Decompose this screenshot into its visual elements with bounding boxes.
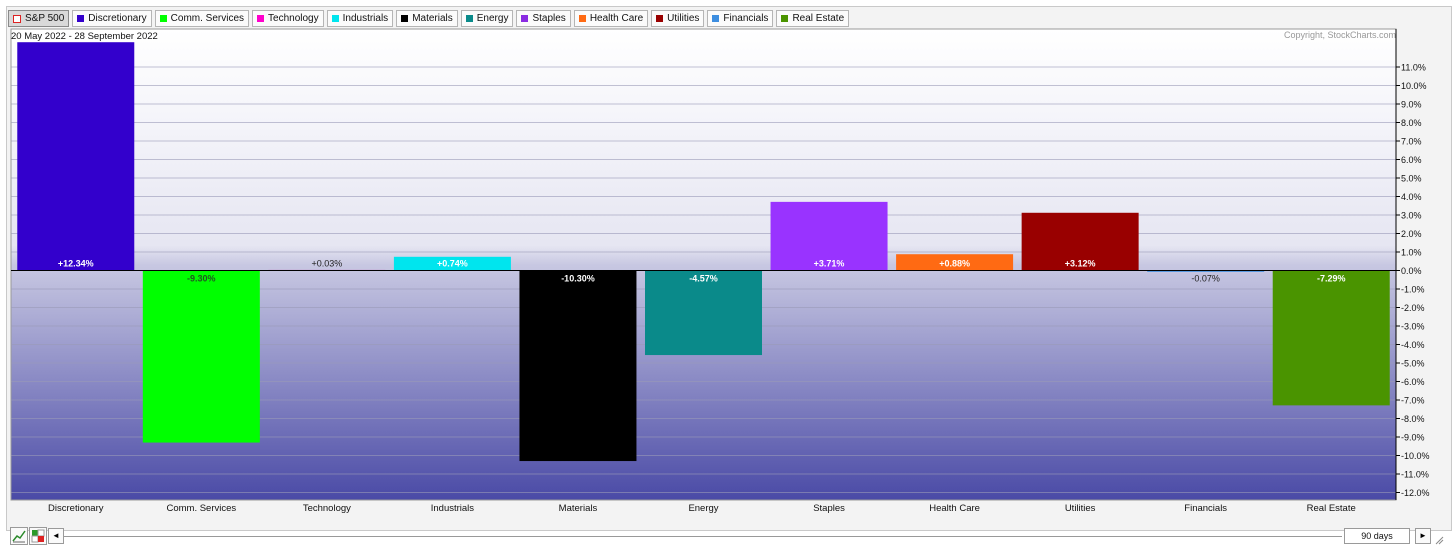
bottom-toolbar: ◄ 90 days ►	[6, 527, 1450, 547]
x-tick-label: Real Estate	[1307, 503, 1356, 514]
value-label-real-estate: -7.29%	[1317, 274, 1346, 284]
x-tick-label: Technology	[303, 503, 351, 514]
value-label-discretionary: +12.34%	[58, 259, 94, 269]
y-tick-label: 2.0%	[1401, 229, 1422, 239]
x-tick-label: Utilities	[1065, 503, 1096, 514]
period-selector[interactable]: 90 days	[1344, 528, 1410, 544]
value-label-health-care: +0.88%	[939, 259, 970, 269]
y-tick-label: 8.0%	[1401, 118, 1422, 128]
x-tick-label: Industrials	[431, 503, 475, 514]
y-tick-label: 10.0%	[1401, 81, 1427, 91]
y-tick-label: 6.0%	[1401, 155, 1422, 165]
y-tick-label: -12.0%	[1401, 488, 1430, 498]
y-tick-label: 5.0%	[1401, 174, 1422, 184]
y-tick-label: 3.0%	[1401, 211, 1422, 221]
y-tick-label: -8.0%	[1401, 414, 1425, 424]
x-tick-label: Materials	[559, 503, 598, 514]
value-label-staples: +3.71%	[814, 259, 845, 269]
y-tick-label: -5.0%	[1401, 359, 1425, 369]
slider-next-button[interactable]: ►	[1415, 528, 1431, 544]
y-tick-label: -2.0%	[1401, 303, 1425, 313]
bar-discretionary[interactable]	[17, 42, 135, 271]
y-tick-label: 1.0%	[1401, 248, 1422, 258]
y-tick-label: 0.0%	[1401, 266, 1422, 276]
value-label-technology: +0.03%	[311, 259, 342, 269]
y-tick-label: -9.0%	[1401, 433, 1425, 443]
x-tick-label: Financials	[1184, 503, 1227, 514]
value-label-industrials: +0.74%	[437, 259, 468, 269]
slider-prev-button[interactable]: ◄	[48, 528, 64, 544]
y-tick-label: 9.0%	[1401, 100, 1422, 110]
y-tick-label: 4.0%	[1401, 192, 1422, 202]
sector-bar-chart: +12.34% -9.30% +0.03% +0.74% -10.30% -4.57% +3…	[10, 28, 1430, 514]
sector-grid-icon[interactable]	[29, 527, 47, 545]
y-tick-label: -4.0%	[1401, 340, 1425, 350]
value-label-energy: -4.57%	[689, 274, 718, 284]
y-tick-label: 7.0%	[1401, 137, 1422, 147]
x-tick-label: Health Care	[929, 503, 980, 514]
resize-grip-icon[interactable]	[1434, 535, 1444, 545]
bar-comm-services[interactable]	[142, 270, 260, 443]
date-range: 20 May 2022 - 28 September 2022	[11, 31, 158, 42]
value-label-utilities: +3.12%	[1065, 259, 1096, 269]
x-tick-label: Energy	[688, 503, 718, 514]
line-chart-icon[interactable]	[10, 527, 28, 545]
value-label-comm-services: -9.30%	[187, 274, 216, 284]
x-tick-label: Staples	[813, 503, 845, 514]
copyright-text: Copyright, StockCharts.com	[1284, 30, 1396, 40]
y-tick-label: -6.0%	[1401, 377, 1425, 387]
period-slider[interactable]	[64, 536, 1342, 537]
y-tick-label: -7.0%	[1401, 396, 1425, 406]
y-tick-label: 11.0%	[1401, 63, 1426, 73]
y-tick-label: -1.0%	[1401, 285, 1425, 295]
x-tick-label: Discretionary	[48, 503, 104, 514]
bar-real-estate[interactable]	[1272, 270, 1390, 406]
value-label-financials: -0.07%	[1191, 274, 1220, 284]
y-tick-label: -3.0%	[1401, 322, 1425, 332]
x-tick-label: Comm. Services	[166, 503, 236, 514]
y-tick-label: -11.0%	[1401, 470, 1429, 480]
y-tick-label: -10.0%	[1401, 451, 1430, 461]
bar-materials[interactable]	[519, 270, 637, 462]
value-label-materials: -10.30%	[561, 274, 595, 284]
